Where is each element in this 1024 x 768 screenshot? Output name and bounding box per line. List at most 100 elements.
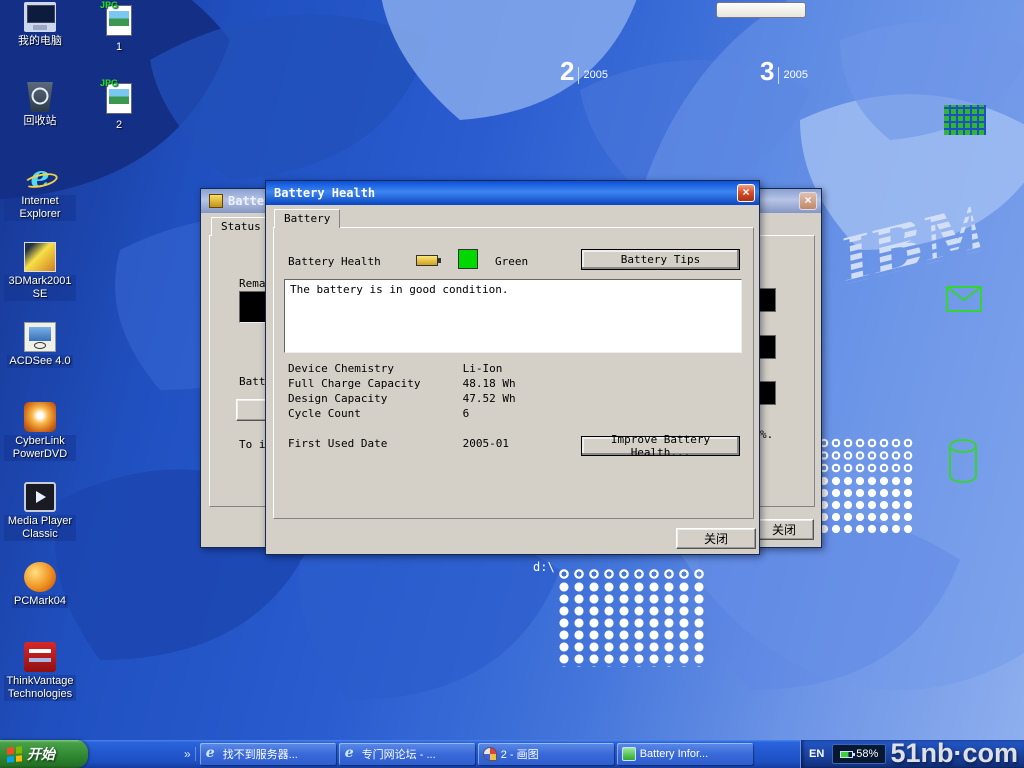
field-value: 47.52 Wh: [463, 392, 516, 405]
task-icon: [483, 747, 497, 761]
note-text: To i: [239, 438, 266, 451]
calendar: 3 2005: [756, 56, 924, 174]
desktop-icon[interactable]: 3DMark2001 SE: [4, 242, 76, 322]
file-label: 2: [114, 119, 124, 132]
tab-status[interactable]: Status: [211, 217, 271, 236]
chevron-icon[interactable]: »: [184, 747, 196, 761]
close-button[interactable]: 关闭: [754, 519, 814, 540]
tray-widget-icon[interactable]: [737, 6, 746, 15]
desktop-icon-image: [24, 322, 56, 352]
health-status-indicator: [458, 249, 478, 269]
calendar: 2 2005: [556, 56, 724, 174]
calendar-day-header: [848, 87, 871, 101]
file-label: 1: [114, 41, 124, 54]
tab-battery[interactable]: Battery: [274, 209, 340, 228]
calendar-day: [871, 104, 894, 118]
calendar-day: [848, 104, 871, 118]
desktop-icon[interactable]: 回收站: [4, 82, 76, 162]
calendar-day: [694, 146, 717, 160]
battery-tray-indicator[interactable]: 58%: [832, 744, 886, 764]
calendar-day: [579, 132, 602, 146]
desktop-icon-image: [24, 642, 56, 672]
calendar-day: [756, 160, 779, 174]
desktop-icon-image: [24, 242, 56, 272]
calendar-days: [756, 104, 924, 174]
close-icon[interactable]: ×: [799, 192, 817, 210]
battery-health-label: Battery Health: [288, 255, 381, 268]
tray-widget-icon[interactable]: [723, 6, 732, 15]
gauge-segment: [758, 288, 776, 312]
calendar-day: [871, 132, 894, 146]
calendar-day: [848, 132, 871, 146]
task-label: Battery Infor...: [640, 748, 708, 760]
system-tray-widget: [716, 2, 806, 18]
calendar-day: [579, 104, 602, 118]
desktop-icon[interactable]: Internet Explorer: [4, 162, 76, 242]
calendar-days: [556, 104, 724, 174]
calendar-day: [694, 132, 717, 146]
close-icon[interactable]: ×: [737, 184, 755, 202]
percent-label: %.: [760, 428, 773, 441]
taskbar-task-button[interactable]: 2 - 画图: [478, 743, 614, 765]
calendar-header: 3 2005: [760, 56, 924, 84]
desktop-icon-image: [24, 562, 56, 592]
field-label: Design Capacity: [288, 392, 456, 405]
condition-text: The battery is in good condition.: [290, 283, 509, 296]
desktop-file[interactable]: JPG 2: [94, 80, 144, 158]
desktop-icon[interactable]: ThinkVantage Technologies: [4, 642, 76, 722]
battery-icon: [840, 751, 853, 758]
calendar-day-headers: [556, 87, 724, 101]
desktop-icon-label: ThinkVantage Technologies: [4, 675, 76, 701]
quick-launch-icon[interactable]: [140, 746, 156, 762]
first-used-row: First Used Date 2005-01: [288, 437, 509, 452]
calendar-day: [671, 118, 694, 132]
health-status-text: Green: [495, 255, 528, 268]
field-label: Cycle Count: [288, 407, 456, 420]
calendar-day-header: [556, 87, 579, 101]
calendar-day: [579, 146, 602, 160]
file-thumbnail: [109, 11, 129, 26]
desktop-icon[interactable]: CyberLink PowerDVD: [4, 402, 76, 482]
desktop-icon[interactable]: PCMark04: [4, 562, 76, 642]
desktop-icon-image: [24, 82, 56, 112]
watermark: 51nb·com: [890, 738, 1018, 768]
desktop-icon[interactable]: Media Player Classic: [4, 482, 76, 562]
desktop-file[interactable]: JPG 1: [94, 2, 144, 80]
title-bar[interactable]: Battery Health ×: [266, 181, 759, 205]
calendar-day-header: [671, 87, 694, 101]
drive-label: d:\: [533, 560, 555, 574]
taskbar-task-button[interactable]: 专门网论坛 - ...: [339, 743, 475, 765]
calendar-day: [779, 104, 802, 118]
calendar-day-header: [825, 87, 848, 101]
field-row: Device Chemistry Li-Ion: [288, 362, 516, 377]
start-button[interactable]: 开始: [0, 740, 88, 768]
field-value: 48.18 Wh: [463, 377, 516, 390]
tray-widget-icon[interactable]: [765, 6, 774, 15]
improve-battery-health-button[interactable]: Improve Battery Health...: [581, 436, 740, 456]
calendar-day: [802, 146, 825, 160]
condition-textbox[interactable]: The battery is in good condition.: [284, 279, 742, 353]
calendar-day-header: [602, 87, 625, 101]
battery-percent: 58%: [856, 748, 878, 760]
field-value: 2005-01: [463, 437, 509, 450]
battery-tips-button[interactable]: Battery Tips: [581, 249, 740, 270]
taskbar-task-button[interactable]: Battery Infor...: [617, 743, 753, 765]
tray-widget-icon[interactable]: [751, 6, 760, 15]
field-value: 6: [463, 407, 470, 420]
calendar-day: [625, 146, 648, 160]
jpg-file-icon: JPG: [103, 2, 135, 38]
quick-launch-icon[interactable]: [96, 746, 112, 762]
grid-icon: [944, 105, 986, 135]
calendar-day-header: [694, 87, 717, 101]
language-indicator[interactable]: EN: [809, 748, 824, 760]
desktop-icon[interactable]: ACDSee 4.0: [4, 322, 76, 402]
quick-launch-icon[interactable]: [118, 746, 134, 762]
calendar-day: [625, 118, 648, 132]
calendar-day: [894, 146, 917, 160]
desktop-icon[interactable]: 我的电脑: [4, 2, 76, 82]
calendar-day: [602, 132, 625, 146]
calendar-day: [671, 146, 694, 160]
close-button[interactable]: 关闭: [676, 528, 756, 549]
field-row: Full Charge Capacity 48.18 Wh: [288, 377, 516, 392]
taskbar-task-button[interactable]: 找不到服务器...: [200, 743, 336, 765]
